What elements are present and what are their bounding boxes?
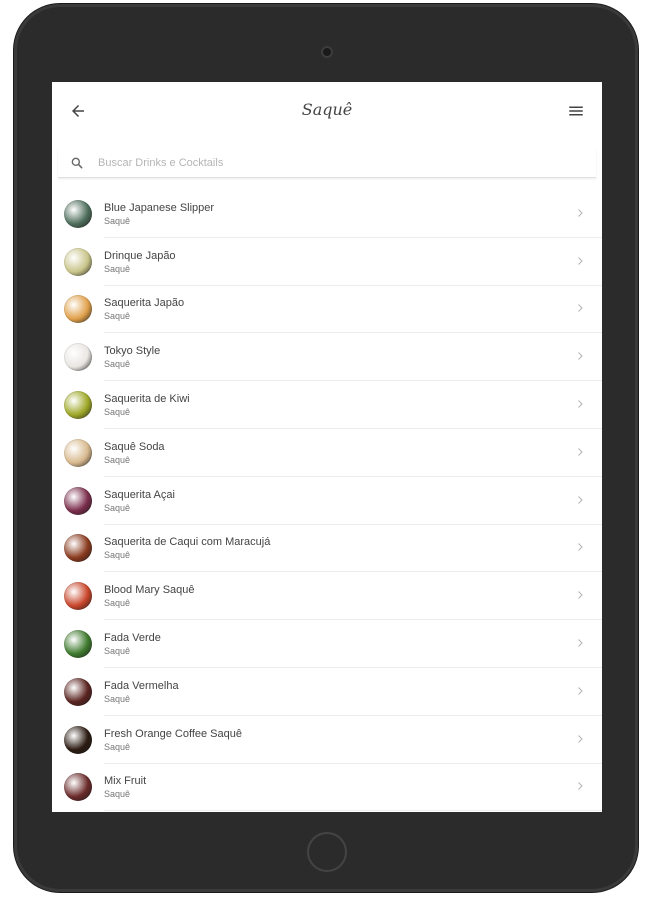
drink-category: Saquê — [104, 646, 131, 657]
drink-name: Fada Vermelha — [104, 679, 179, 692]
list-item-text: Blood Mary Saquê Saquê — [104, 583, 574, 609]
search-icon — [70, 156, 84, 170]
drink-thumbnail — [64, 677, 92, 706]
list-item[interactable]: Saquê Soda Saquê — [52, 429, 602, 477]
chevron-right-icon — [574, 541, 588, 555]
list-item-text: Fada Verde Saquê — [104, 631, 574, 657]
chevron-right-icon — [574, 685, 588, 699]
drink-thumbnail — [64, 725, 92, 754]
list-item[interactable]: Saquerita de Caqui com Maracujá Saquê — [52, 525, 602, 573]
list-item[interactable]: Blue Japanese Slipper Saquê — [52, 190, 602, 238]
drink-name: Fresh Orange Coffee Saquê — [104, 727, 242, 740]
drink-name: Mix Fruit — [104, 775, 147, 788]
list-item[interactable]: Saquerita de Kiwi Saquê — [52, 381, 602, 429]
chevron-right-icon — [574, 780, 588, 794]
drink-category: Saquê — [104, 263, 131, 274]
list-item-text: Mix Fruit Saquê — [104, 774, 574, 800]
arrow-left-icon — [72, 105, 84, 117]
drink-thumbnail — [64, 773, 92, 802]
chevron-right-icon — [574, 494, 588, 508]
drink-name: Saquerita de Kiwi — [104, 393, 190, 406]
drink-name: Blue Japanese Slipper — [104, 201, 215, 214]
chevron-right-icon — [574, 350, 588, 364]
list-item[interactable]: Fada Vermelha Saquê — [52, 668, 602, 716]
drink-list: Blue Japanese Slipper Saquê Drinque Japã… — [52, 190, 602, 812]
drink-thumbnail — [64, 438, 92, 467]
chevron-right-icon — [574, 207, 588, 221]
list-item[interactable]: Mix Fruit Saquê — [52, 764, 602, 812]
drink-category: Saquê — [104, 550, 131, 561]
list-item-text: Saquerita Japão Saquê — [104, 296, 574, 322]
drink-category: Saquê — [104, 215, 131, 226]
list-item[interactable]: Drinque Japão Saquê — [52, 238, 602, 286]
drink-name: Saquê Soda — [104, 440, 165, 453]
chevron-right-icon — [574, 446, 588, 460]
top-app-bar: Saquê — [52, 82, 602, 140]
chevron-right-icon — [574, 637, 588, 651]
chevron-right-icon — [574, 302, 588, 316]
list-item[interactable]: Fada Verde Saquê — [52, 620, 602, 668]
chevron-right-icon — [574, 255, 588, 269]
drink-thumbnail — [64, 343, 92, 372]
list-item-text: Saquê Soda Saquê — [104, 440, 574, 466]
drink-name: Saquerita de Caqui com Maracujá — [104, 536, 271, 549]
drink-category: Saquê — [104, 598, 131, 609]
search-input[interactable] — [98, 156, 596, 169]
drink-category: Saquê — [104, 454, 131, 465]
menu-button[interactable] — [564, 99, 588, 123]
list-item-text: Saquerita Açai Saquê — [104, 488, 574, 514]
list-item-text: Fresh Orange Coffee Saquê Saquê — [104, 727, 574, 753]
drink-thumbnail — [64, 199, 92, 228]
drink-name: Fada Verde — [104, 632, 161, 645]
list-item-text: Blue Japanese Slipper Saquê — [104, 201, 574, 227]
drink-name: Saquerita Açai — [104, 488, 175, 501]
drink-name: Tokyo Style — [104, 345, 161, 358]
search-box[interactable] — [58, 148, 596, 178]
drink-category: Saquê — [104, 789, 131, 800]
list-item[interactable]: Saquerita Japão Saquê — [52, 286, 602, 334]
chevron-right-icon — [574, 398, 588, 412]
back-button[interactable] — [66, 99, 90, 123]
drink-name: Saquerita Japão — [104, 297, 185, 310]
list-item[interactable]: Fresh Orange Coffee Saquê Saquê — [52, 716, 602, 764]
camera — [321, 46, 333, 58]
chevron-right-icon — [574, 733, 588, 747]
list-item-text: Fada Vermelha Saquê — [104, 679, 574, 705]
drink-name: Blood Mary Saquê — [104, 584, 195, 597]
drink-category: Saquê — [104, 741, 131, 752]
page-title: Saquê — [301, 100, 353, 119]
list-item-text: Tokyo Style Saquê — [104, 344, 574, 370]
hamburger-menu-icon — [569, 106, 583, 116]
list-item-text: Saquerita de Caqui com Maracujá Saquê — [104, 535, 574, 561]
tablet-frame: Saquê Buscar Drinks e Cocktails Blue Jap… — [14, 4, 638, 892]
list-item[interactable]: Tokyo Style Saquê — [52, 333, 602, 381]
list-item[interactable]: Blood Mary Saquê Saquê — [52, 572, 602, 620]
drink-category: Saquê — [104, 359, 131, 370]
list-item-text: Drinque Japão Saquê — [104, 249, 574, 275]
drink-category: Saquê — [104, 407, 131, 418]
drink-category: Saquê — [104, 502, 131, 513]
drink-thumbnail — [64, 391, 92, 420]
drink-thumbnail — [64, 534, 92, 563]
home-button[interactable] — [307, 832, 347, 872]
list-item[interactable]: Saquerita Açai Saquê — [52, 477, 602, 525]
drink-thumbnail — [64, 247, 92, 276]
drink-thumbnail — [64, 295, 92, 324]
drink-thumbnail — [64, 486, 92, 515]
drink-thumbnail — [64, 630, 92, 659]
app-screen: Saquê Buscar Drinks e Cocktails Blue Jap… — [52, 82, 602, 812]
drink-thumbnail — [64, 582, 92, 611]
list-item-text: Saquerita de Kiwi Saquê — [104, 392, 574, 418]
search-bar — [52, 140, 602, 184]
drink-name: Drinque Japão — [104, 249, 176, 262]
drink-category: Saquê — [104, 693, 131, 704]
chevron-right-icon — [574, 589, 588, 603]
drink-category: Saquê — [104, 311, 131, 322]
